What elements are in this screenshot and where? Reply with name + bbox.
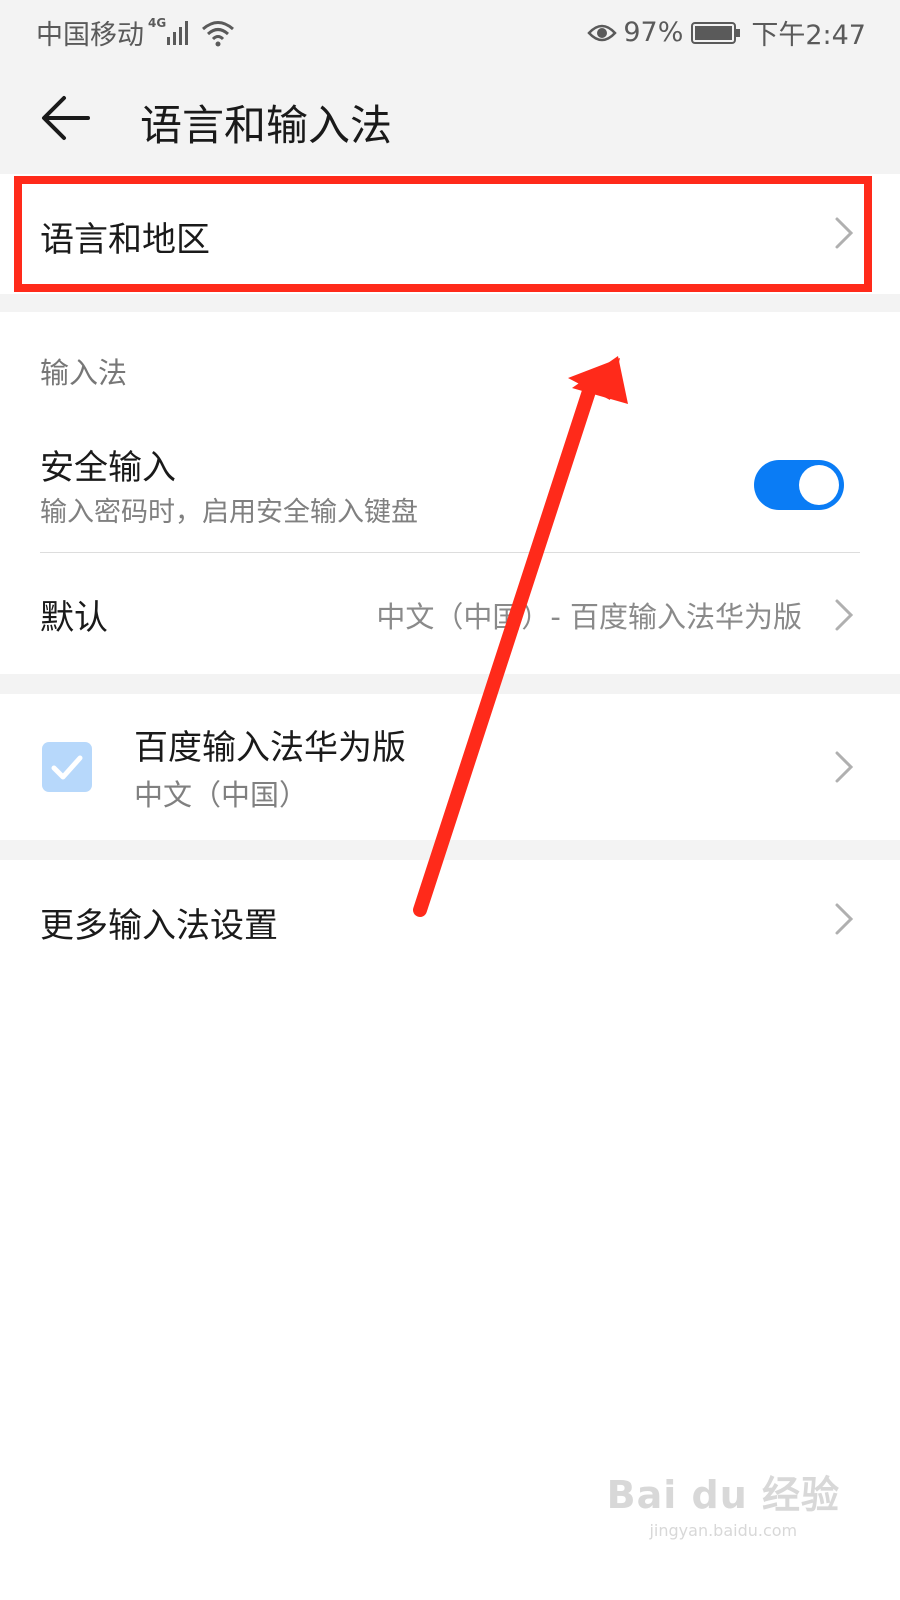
section-gap [0, 840, 900, 860]
secure-input-toggle[interactable] [754, 460, 844, 510]
watermark: Bai du 经验 jingyan.baidu.com [607, 1464, 840, 1540]
page-title: 语言和输入法 [140, 101, 393, 150]
ime-checkbox[interactable] [42, 742, 92, 792]
ime-name: 百度输入法华为版 [134, 728, 406, 768]
back-arrow-icon[interactable] [40, 92, 92, 144]
default-ime-value[interactable]: 中文（中国）- 百度输入法华为版 [376, 594, 802, 636]
watermark-url: jingyan.baidu.com [649, 1521, 798, 1540]
app-header: 语言和输入法 [0, 62, 900, 174]
battery-icon [691, 21, 741, 44]
signal-icon [167, 20, 189, 45]
watermark-brand: Bai du 经验 [606, 1473, 840, 1517]
toggle-knob [799, 465, 839, 505]
chevron-right-icon [835, 903, 854, 935]
section-gap [0, 294, 900, 312]
language-region-label: 语言和地区 [40, 220, 210, 260]
input-method-section: 输入法 安全输入 输入密码时，启用安全输入键盘 默认 中文（中国）- 百度输入法… [0, 312, 900, 674]
divider [40, 552, 860, 553]
network-type: 4G [148, 15, 167, 30]
language-region-row[interactable]: 语言和地区 [0, 174, 900, 294]
carrier-name: 中国移动 [36, 20, 144, 51]
ime-language: 中文（中国） [134, 778, 309, 812]
eye-comfort-icon [587, 24, 618, 41]
baidu-ime-row[interactable]: 百度输入法华为版 中文（中国） [0, 694, 900, 840]
chevron-right-icon [835, 217, 854, 249]
wifi-icon [202, 20, 235, 46]
status-bar: 中国移动 4G 97% 下午2:47 [0, 0, 900, 62]
secure-input-subtitle: 输入密码时，启用安全输入键盘 [40, 497, 418, 528]
chevron-right-icon [835, 751, 854, 783]
chevron-right-icon [835, 599, 854, 631]
more-settings-label: 更多输入法设置 [40, 906, 278, 946]
section-gap [0, 674, 900, 694]
clock: 下午2:47 [751, 20, 866, 51]
status-right: 97% 下午2:47 [587, 13, 866, 52]
default-ime-label[interactable]: 默认 [40, 590, 108, 639]
secure-input-title: 安全输入 [40, 448, 176, 488]
status-left: 中国移动 4G [36, 13, 235, 52]
check-icon [51, 755, 83, 780]
battery-percent: 97% [623, 17, 684, 48]
more-settings-row[interactable]: 更多输入法设置 [0, 860, 900, 980]
section-title: 输入法 [40, 356, 128, 390]
